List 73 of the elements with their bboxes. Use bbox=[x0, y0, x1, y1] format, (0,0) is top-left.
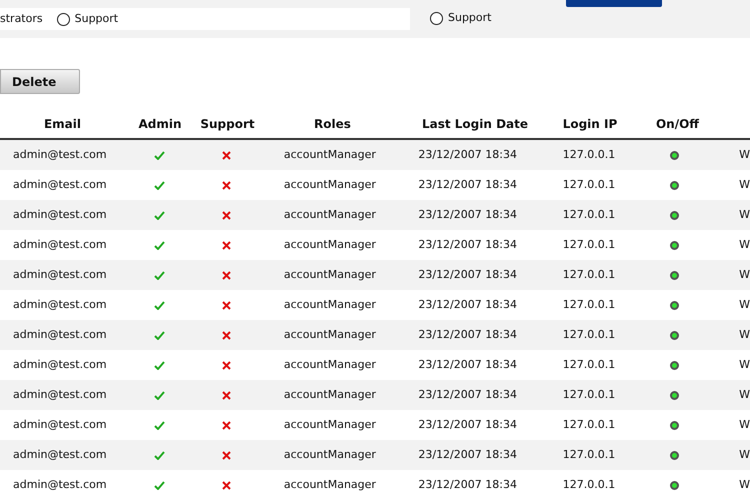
column-header[interactable]: Email bbox=[44, 117, 82, 131]
date-cell: 23/12/2007 18:34 bbox=[418, 418, 517, 431]
date-cell: 23/12/2007 18:34 bbox=[418, 148, 517, 161]
email-cell: admin@test.com bbox=[13, 268, 107, 281]
roles-cell: accountManager bbox=[284, 148, 376, 161]
roles-cell: accountManager bbox=[284, 478, 376, 491]
email-cell: admin@test.com bbox=[13, 298, 107, 311]
ip-cell: 127.0.0.1 bbox=[562, 268, 616, 281]
radio-button[interactable] bbox=[56, 12, 70, 26]
email-cell: admin@test.com bbox=[13, 388, 107, 401]
roles-cell: accountManager bbox=[284, 298, 376, 311]
email-cell: admin@test.com bbox=[13, 178, 107, 191]
delete-button[interactable]: Delete bbox=[0, 69, 80, 94]
email-cell: admin@test.com bbox=[13, 238, 107, 251]
date-cell: 23/12/2007 18:34 bbox=[418, 238, 517, 251]
email-cell: admin@test.com bbox=[13, 208, 107, 221]
table-cell: W bbox=[739, 148, 750, 161]
column-header[interactable]: Login IP bbox=[562, 117, 618, 131]
email-cell: admin@test.com bbox=[13, 478, 107, 491]
radio-button[interactable] bbox=[430, 12, 443, 25]
date-cell: 23/12/2007 18:34 bbox=[418, 358, 517, 371]
table-cell: W bbox=[739, 268, 750, 281]
ip-cell: 127.0.0.1 bbox=[562, 478, 616, 491]
roles-cell: accountManager bbox=[284, 178, 376, 191]
table-cell: W bbox=[739, 208, 750, 221]
email-cell: admin@test.com bbox=[13, 418, 107, 431]
roles-cell: accountManager bbox=[284, 268, 376, 281]
ip-cell: 127.0.0.1 bbox=[562, 148, 616, 161]
table-cell: W bbox=[739, 178, 750, 191]
date-cell: 23/12/2007 18:34 bbox=[418, 178, 517, 191]
ip-cell: 127.0.0.1 bbox=[562, 388, 616, 401]
column-header[interactable]: Last Login Date bbox=[422, 117, 528, 131]
date-cell: 23/12/2007 18:34 bbox=[418, 478, 517, 491]
email-cell: admin@test.com bbox=[13, 328, 107, 341]
roles-cell: accountManager bbox=[284, 208, 376, 221]
date-cell: 23/12/2007 18:34 bbox=[418, 208, 517, 221]
column-header[interactable]: Roles bbox=[314, 117, 351, 131]
date-cell: 23/12/2007 18:34 bbox=[418, 268, 517, 281]
roles-cell: accountManager bbox=[284, 358, 376, 371]
table-cell: W bbox=[739, 388, 750, 401]
ip-cell: 127.0.0.1 bbox=[562, 298, 616, 311]
table-cell: W bbox=[739, 358, 750, 371]
date-cell: 23/12/2007 18:34 bbox=[418, 388, 517, 401]
ip-cell: 127.0.0.1 bbox=[562, 178, 616, 191]
filter-label: strators bbox=[0, 10, 43, 27]
column-header[interactable]: On/Off bbox=[656, 117, 700, 131]
roles-cell: accountManager bbox=[284, 328, 376, 341]
ip-cell: 127.0.0.1 bbox=[562, 328, 616, 341]
ip-cell: 127.0.0.1 bbox=[562, 418, 616, 431]
ip-cell: 127.0.0.1 bbox=[562, 358, 616, 371]
email-cell: admin@test.com bbox=[13, 358, 107, 371]
table-cell: W bbox=[739, 448, 750, 461]
roles-cell: accountManager bbox=[284, 388, 376, 401]
date-cell: 23/12/2007 18:34 bbox=[418, 328, 517, 341]
column-header[interactable]: Support bbox=[200, 117, 255, 131]
table-cell: W bbox=[739, 298, 750, 311]
ip-cell: 127.0.0.1 bbox=[562, 448, 616, 461]
email-cell: admin@test.com bbox=[13, 148, 107, 161]
roles-cell: accountManager bbox=[284, 448, 376, 461]
table-cell: W bbox=[739, 418, 750, 431]
email-cell: admin@test.com bbox=[13, 448, 107, 461]
date-cell: 23/12/2007 18:34 bbox=[418, 448, 517, 461]
ip-cell: 127.0.0.1 bbox=[562, 238, 616, 251]
table-cell: W bbox=[739, 478, 750, 491]
table-cell: W bbox=[739, 328, 750, 341]
ip-cell: 127.0.0.1 bbox=[562, 208, 616, 221]
table-cell: W bbox=[739, 238, 750, 251]
column-header[interactable]: Admin bbox=[138, 117, 182, 131]
roles-cell: accountManager bbox=[284, 418, 376, 431]
roles-cell: accountManager bbox=[284, 238, 376, 251]
radio-label: Support bbox=[448, 10, 492, 26]
date-cell: 23/12/2007 18:34 bbox=[418, 298, 517, 311]
radio-label: Support bbox=[74, 10, 118, 27]
